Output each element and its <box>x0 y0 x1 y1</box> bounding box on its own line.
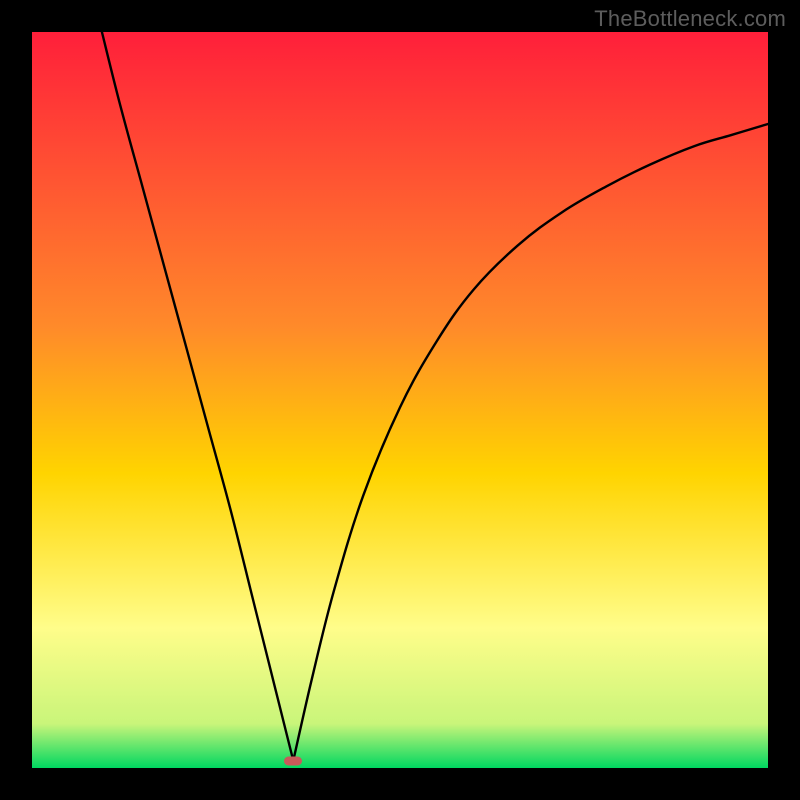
curve-left-branch <box>102 32 293 761</box>
curve-right-branch <box>293 124 768 761</box>
watermark-text: TheBottleneck.com <box>594 6 786 32</box>
plot-area <box>32 32 768 768</box>
bottleneck-curve <box>32 32 768 768</box>
chart-frame: TheBottleneck.com <box>0 0 800 800</box>
minimum-marker <box>284 756 302 765</box>
